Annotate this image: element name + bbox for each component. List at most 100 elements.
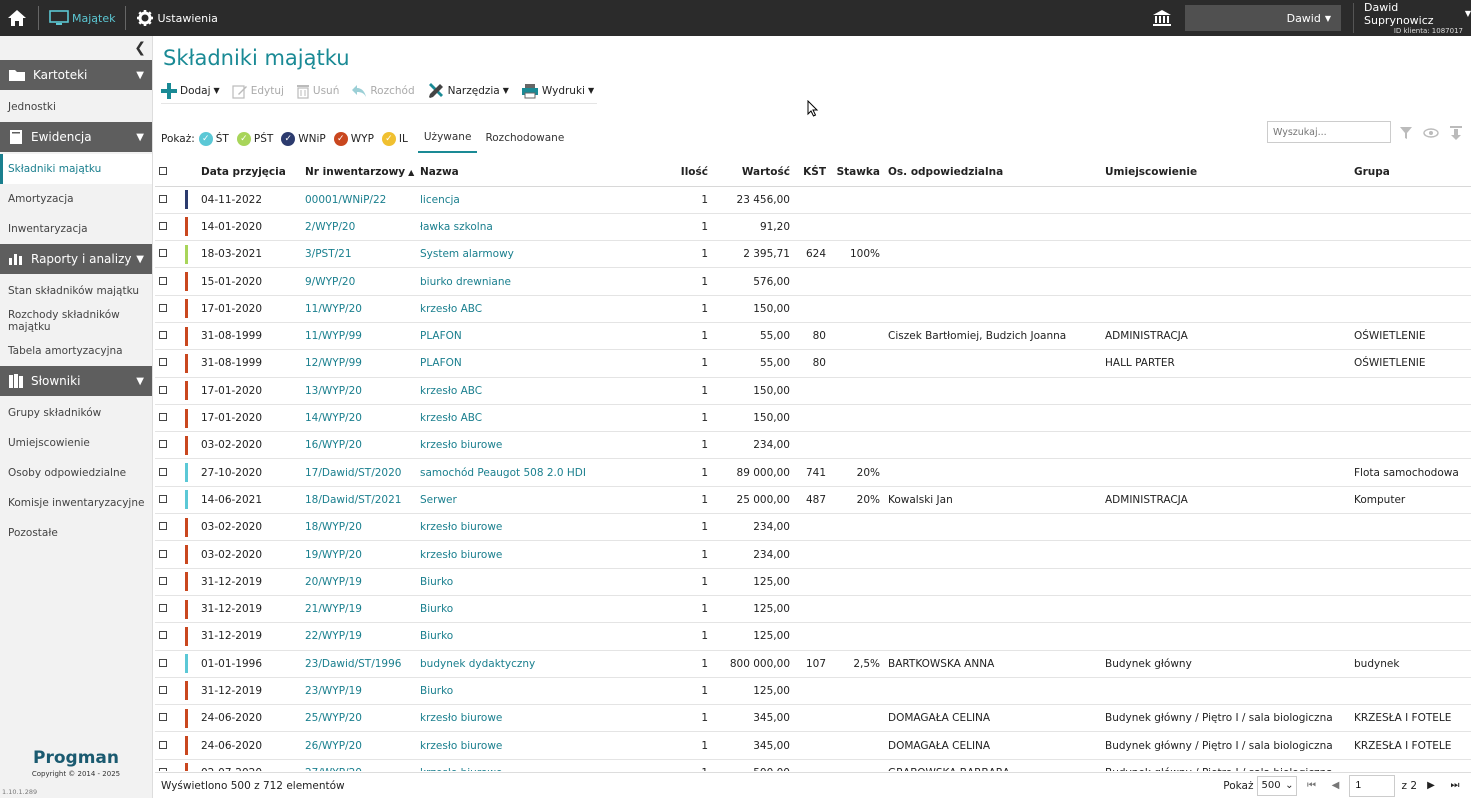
row-checkbox[interactable] xyxy=(155,513,181,542)
cell-nr[interactable]: 12/WYP/99 xyxy=(301,349,416,378)
sidebar-item-skladniki-majatku[interactable]: Składniki majątku xyxy=(0,154,152,184)
cell-name[interactable]: Biurko xyxy=(416,595,671,624)
filter-chip-wyp[interactable]: ✓ WYP xyxy=(333,132,374,146)
column-header-name[interactable]: Nazwa xyxy=(416,159,671,187)
cell-name[interactable]: samochód Peaugot 508 2.0 HDI xyxy=(416,458,671,487)
cell-name[interactable]: krzesło biurowe xyxy=(416,731,671,760)
bank-icon[interactable] xyxy=(1147,9,1177,27)
filter-chip-pst[interactable]: ✓ PŚT xyxy=(236,132,273,146)
column-header-place[interactable]: Umiejscowienie xyxy=(1101,159,1350,187)
table-row[interactable]: 31-12-2019 23/WYP/19 Biurko 1 125,00 xyxy=(155,677,1471,706)
cell-nr[interactable]: 11/WYP/20 xyxy=(301,295,416,323)
column-header-date[interactable]: Data przyjęcia xyxy=(197,159,301,187)
cell-nr[interactable]: 25/WYP/20 xyxy=(301,704,416,733)
cell-name[interactable]: biurko drewniane xyxy=(416,267,671,296)
table-row[interactable]: 18-03-2021 3/PST/21 System alarmowy 1 2 395,… xyxy=(155,240,1471,269)
tab-rozchodowane[interactable]: Rozchodowane xyxy=(479,126,570,152)
cell-nr[interactable]: 20/WYP/19 xyxy=(301,568,416,596)
column-header-group[interactable]: Grupa xyxy=(1350,159,1471,187)
table-row[interactable]: 31-08-1999 12/WYP/99 PLAFON 1 55,00 80 HALL PA… xyxy=(155,349,1471,378)
cell-name[interactable]: krzesło ABC xyxy=(416,404,671,433)
column-header-person[interactable]: Os. odpowiedzialna xyxy=(884,159,1101,187)
cell-nr[interactable]: 11/WYP/99 xyxy=(301,322,416,351)
cell-name[interactable]: Serwer xyxy=(416,486,671,515)
select-all-checkbox[interactable] xyxy=(155,159,181,187)
cell-nr[interactable]: 27/WYP/20 xyxy=(301,759,416,771)
cell-name[interactable]: krzesło biurowe xyxy=(416,704,671,733)
column-header-rate[interactable]: Stawka xyxy=(830,159,884,187)
cell-name[interactable]: krzesło biurowe xyxy=(416,513,671,542)
sidebar-item-komisje[interactable]: Komisje inwentaryzacyjne xyxy=(0,488,152,518)
cell-name[interactable]: Biurko xyxy=(416,622,671,651)
row-checkbox[interactable] xyxy=(155,568,181,596)
sidebar-group-kartoteki[interactable]: Kartoteki ▼ xyxy=(0,60,152,90)
cell-nr[interactable]: 19/WYP/20 xyxy=(301,540,416,569)
cell-nr[interactable]: 16/WYP/20 xyxy=(301,431,416,460)
eye-icon[interactable] xyxy=(1422,124,1440,142)
cell-nr[interactable]: 23/WYP/19 xyxy=(301,677,416,706)
cell-nr[interactable]: 21/WYP/19 xyxy=(301,595,416,624)
cell-nr[interactable]: 14/WYP/20 xyxy=(301,404,416,433)
table-row[interactable]: 31-12-2019 21/WYP/19 Biurko 1 125,00 xyxy=(155,595,1471,624)
row-checkbox[interactable] xyxy=(155,431,181,460)
cell-nr[interactable]: 26/WYP/20 xyxy=(301,731,416,760)
row-checkbox[interactable] xyxy=(155,349,181,378)
table-row[interactable]: 17-01-2020 13/WYP/20 krzesło ABC 1 150,00 xyxy=(155,377,1471,405)
row-checkbox[interactable] xyxy=(155,677,181,706)
table-row[interactable]: 03-02-2020 19/WYP/20 krzesło biurowe 1 234,0… xyxy=(155,540,1471,569)
row-checkbox[interactable] xyxy=(155,295,181,323)
cell-nr[interactable]: 17/Dawid/ST/2020 xyxy=(301,458,416,487)
search-input[interactable] xyxy=(1267,121,1391,143)
row-checkbox[interactable] xyxy=(155,650,181,678)
column-header-qty[interactable]: Ilość xyxy=(671,159,712,187)
column-header-nr[interactable]: Nr inwentarzowy ▲ xyxy=(301,159,416,187)
row-checkbox[interactable] xyxy=(155,759,181,771)
sidebar-group-raporty[interactable]: Raporty i analizy ▼ xyxy=(0,244,152,274)
prev-page-icon[interactable]: ◀ xyxy=(1325,780,1345,791)
table-row[interactable]: 02-07-202027/WYP/20krzesło biurowe1500,0… xyxy=(155,759,1471,771)
filter-chip-st[interactable]: ✓ ŚT xyxy=(198,132,229,146)
sidebar-item-pozostale[interactable]: Pozostałe xyxy=(0,518,152,548)
dispose-button[interactable]: Rozchód xyxy=(351,84,415,98)
row-checkbox[interactable] xyxy=(155,213,181,242)
sidebar-item-umiejscowienie[interactable]: Umiejscowienie xyxy=(0,428,152,458)
edit-button[interactable]: Edytuj xyxy=(232,83,284,99)
cell-name[interactable]: krzesło ABC xyxy=(416,295,671,323)
row-checkbox[interactable] xyxy=(155,458,181,487)
table-row[interactable]: 15-01-2020 9/WYP/20 biurko drewniane 1 576,0… xyxy=(155,267,1471,296)
table-row[interactable]: 14-01-2020 2/WYP/20 ławka szkolna 1 91,20 xyxy=(155,213,1471,242)
sidebar-item-grupy-skladnikow[interactable]: Grupy składników xyxy=(0,398,152,428)
table-row[interactable]: 24-06-2020 25/WYP/20 krzesło biurowe 1 345,0… xyxy=(155,704,1471,733)
cell-nr[interactable]: 22/WYP/19 xyxy=(301,622,416,651)
cell-name[interactable]: krzesło ABC xyxy=(416,377,671,405)
cell-name[interactable]: PLAFON xyxy=(416,322,671,351)
cell-name[interactable]: Biurko xyxy=(416,568,671,596)
cell-name[interactable]: krzesło biurowe xyxy=(416,540,671,569)
cell-name[interactable]: krzesło biurowe xyxy=(416,431,671,460)
sidebar-item-stan-skladnikow[interactable]: Stan składników majątku xyxy=(0,276,152,306)
table-row[interactable]: 03-02-2020 18/WYP/20 krzesło biurowe 1 234,0… xyxy=(155,513,1471,542)
filter-icon[interactable] xyxy=(1397,124,1415,142)
sidebar-item-rozchody-skladnikow[interactable]: Rozchody składników majątku xyxy=(0,306,152,336)
row-checkbox[interactable] xyxy=(155,267,181,296)
collapse-sidebar-icon[interactable]: ❮ xyxy=(0,36,152,60)
company-selector[interactable]: Dawid ▼ xyxy=(1185,5,1341,31)
table-row[interactable]: 14-06-2021 18/Dawid/ST/2021 Serwer 1 25 000,… xyxy=(155,486,1471,515)
table-row[interactable]: 27-10-2020 17/Dawid/ST/2020 samochód Peaug… xyxy=(155,458,1471,487)
add-button[interactable]: Dodaj ▼ xyxy=(161,82,220,99)
cell-nr[interactable]: 18/WYP/20 xyxy=(301,513,416,542)
cell-nr[interactable]: 9/WYP/20 xyxy=(301,267,416,296)
row-checkbox[interactable] xyxy=(155,731,181,760)
filter-chip-il[interactable]: ✓ IL xyxy=(381,132,408,146)
filter-chip-wnip[interactable]: ✓ WNiP xyxy=(281,132,326,146)
cell-name[interactable]: krzesło biurowe xyxy=(416,759,671,771)
nav-ustawienia[interactable]: Ustawienia xyxy=(130,0,223,36)
last-page-icon[interactable]: ⏭ xyxy=(1445,780,1465,791)
home-icon[interactable] xyxy=(0,0,34,36)
column-header-value[interactable]: Wartość xyxy=(712,159,794,187)
table-row[interactable]: 31-12-2019 20/WYP/19 Biurko 1 125,00 xyxy=(155,568,1471,596)
export-icon[interactable] xyxy=(1447,124,1465,142)
cell-name[interactable]: System alarmowy xyxy=(416,240,671,269)
table-row[interactable]: 04-11-2022 00001/WNiP/22 licencja 1 23 456,0… xyxy=(155,186,1471,214)
prints-button[interactable]: Wydruki ▼ xyxy=(521,83,594,99)
